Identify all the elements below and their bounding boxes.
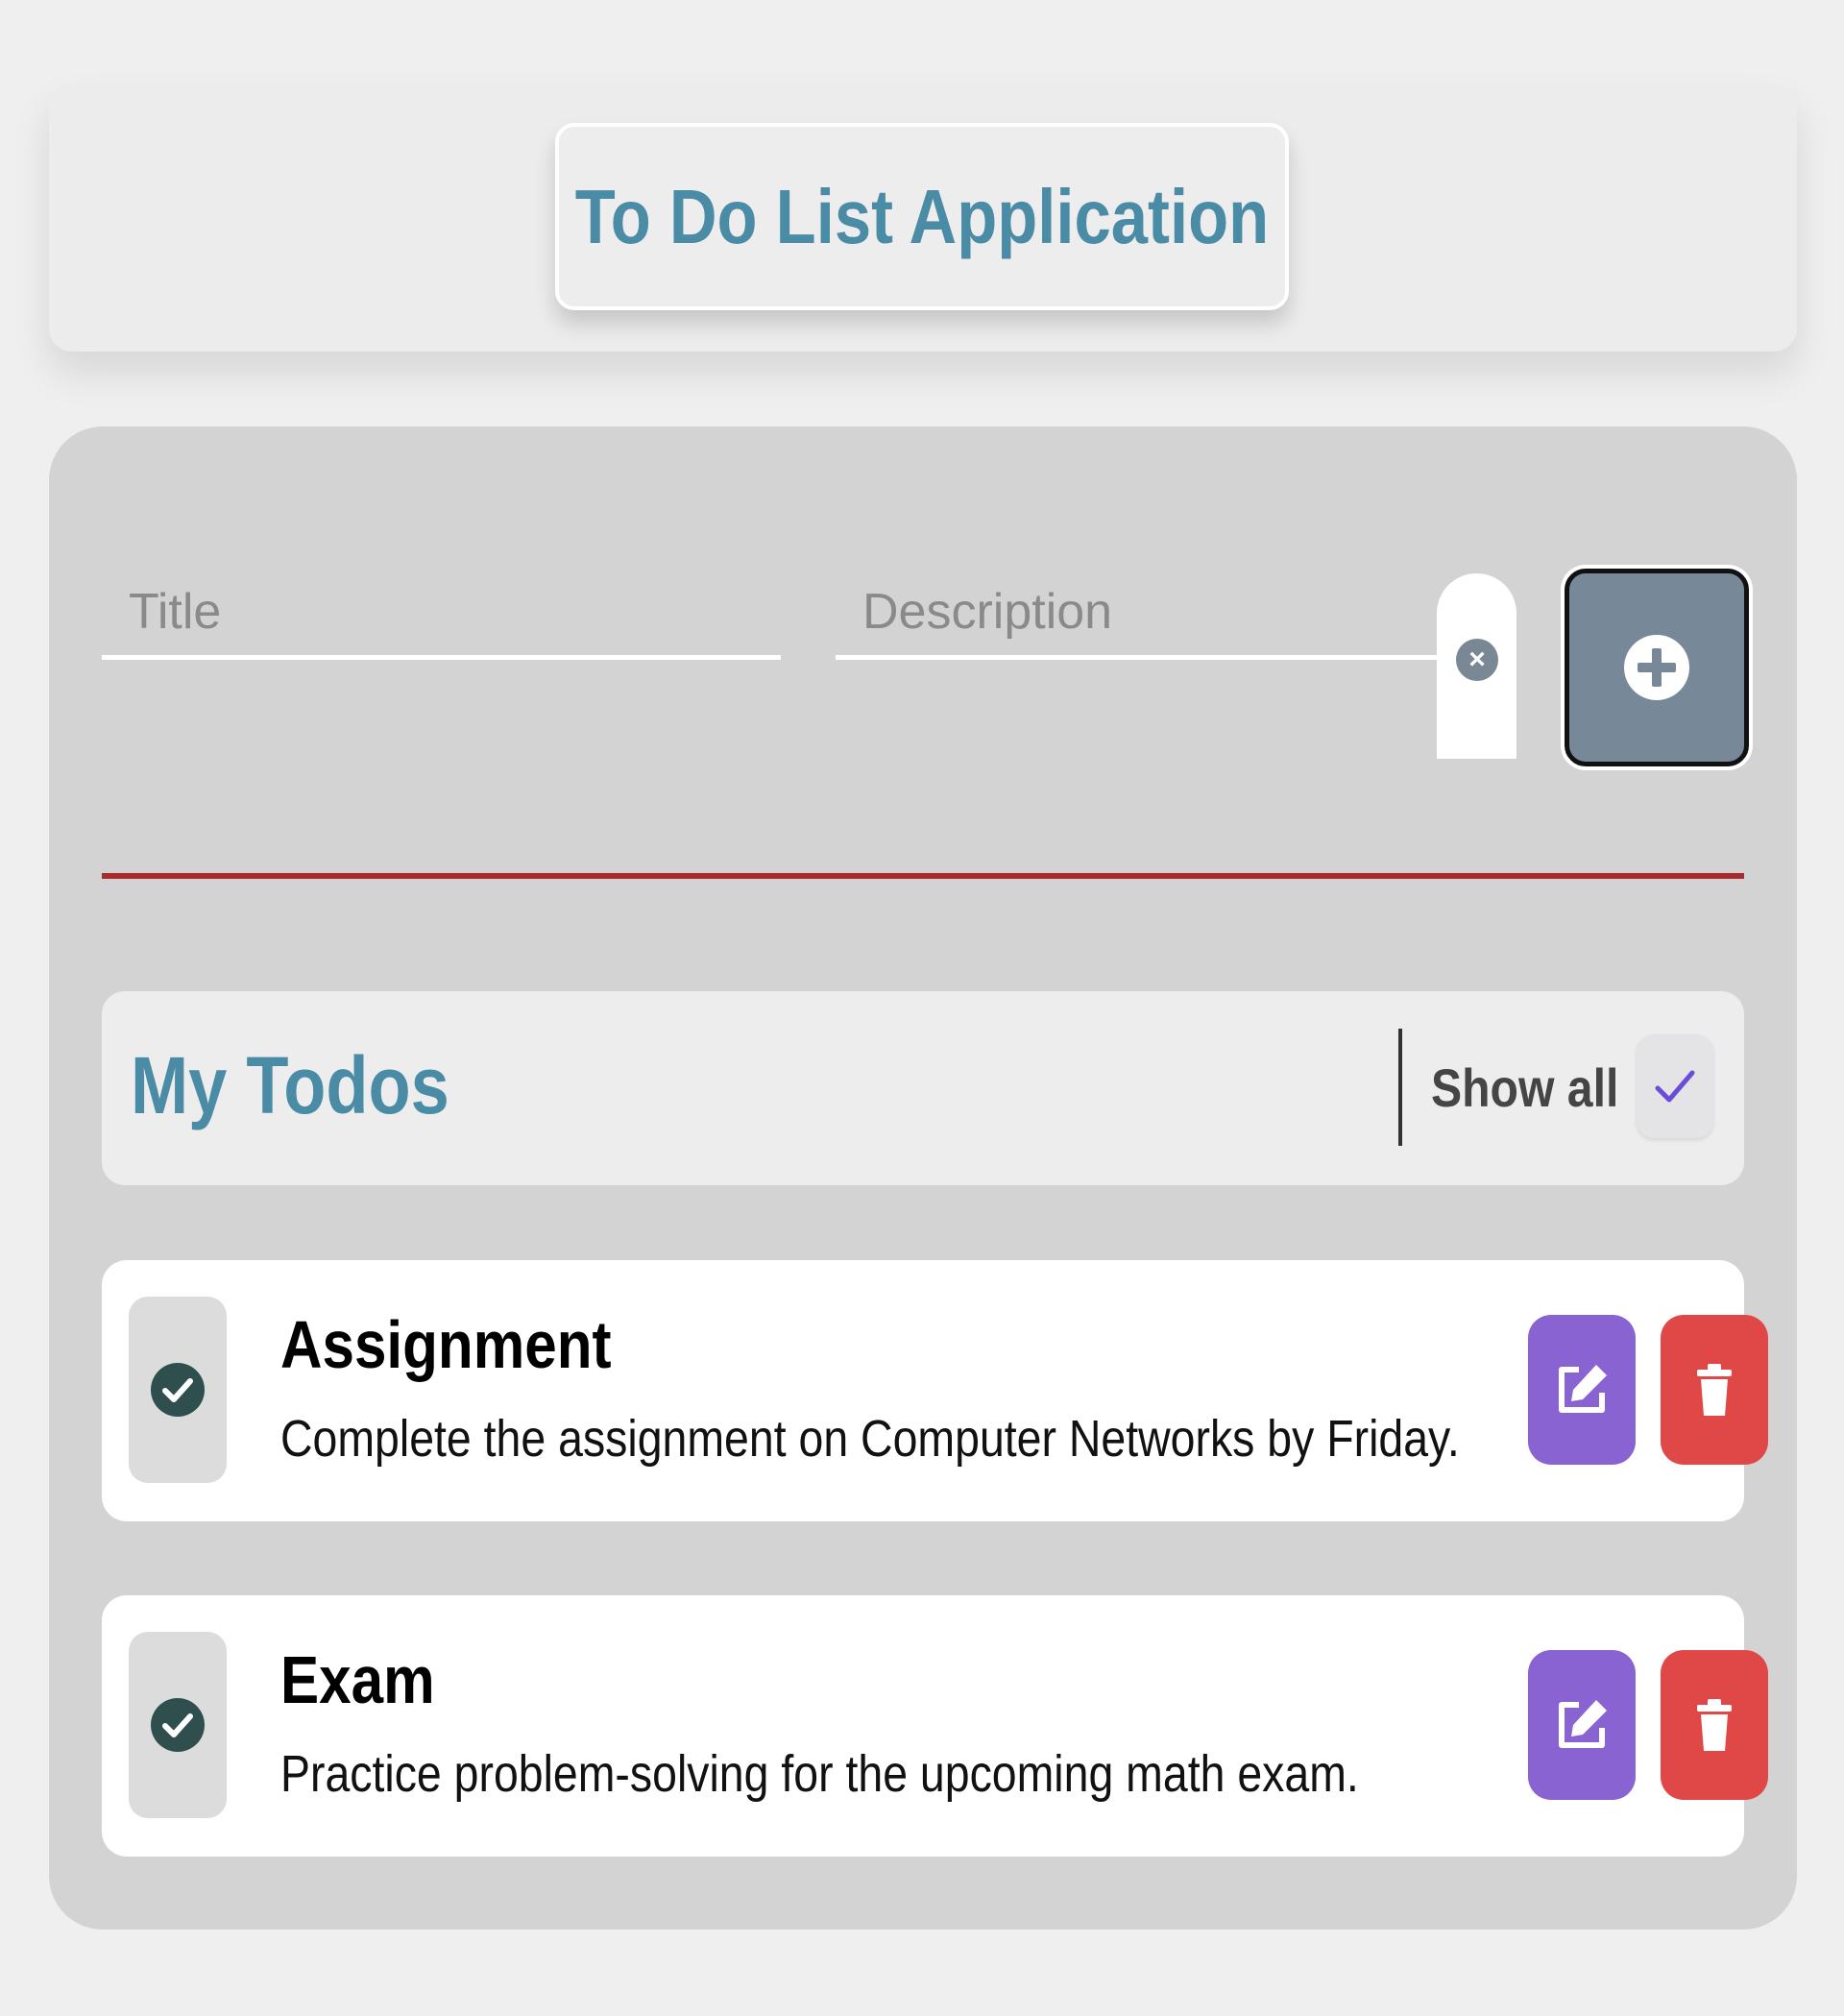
header-card: To Do List Application: [49, 85, 1797, 352]
delete-button[interactable]: [1661, 1315, 1768, 1465]
todo-title: Assignment: [280, 1307, 612, 1382]
header-separator: [1398, 1029, 1402, 1146]
complete-toggle[interactable]: [129, 1632, 227, 1818]
todo-description: Practice problem-solving for the upcomin…: [280, 1745, 1359, 1803]
todo-panel: × My Todos Show all Assignment Complete …: [49, 426, 1797, 1930]
edit-button[interactable]: [1528, 1315, 1636, 1465]
title-input[interactable]: [102, 569, 781, 655]
todo-title: Exam: [280, 1642, 435, 1717]
todos-heading: My Todos: [131, 1040, 449, 1130]
complete-toggle[interactable]: [129, 1297, 227, 1483]
trash-icon: [1697, 1364, 1732, 1416]
show-all-checkbox[interactable]: [1637, 1034, 1713, 1138]
app-title: To Do List Application: [574, 173, 1270, 259]
trash-icon: [1697, 1699, 1732, 1751]
check-circle-icon: [151, 1363, 205, 1417]
edit-icon: [1559, 1365, 1607, 1413]
todo-description: Complete the assignment on Computer Netw…: [280, 1410, 1460, 1468]
clear-icon[interactable]: ×: [1456, 639, 1498, 681]
show-all-label: Show all: [1431, 1057, 1619, 1118]
check-circle-icon: [151, 1698, 205, 1752]
todos-header: My Todos Show all: [102, 991, 1744, 1185]
description-field: [836, 569, 1437, 660]
section-divider: [102, 873, 1744, 879]
app-title-box: To Do List Application: [555, 123, 1289, 310]
description-input[interactable]: [836, 569, 1437, 655]
plus-circle-icon: [1624, 635, 1689, 700]
checkmark-icon: [1655, 1070, 1695, 1103]
title-field: [102, 569, 781, 660]
delete-button[interactable]: [1661, 1650, 1768, 1800]
edit-icon: [1559, 1700, 1607, 1748]
todo-item: Assignment Complete the assignment on Co…: [102, 1260, 1768, 1521]
todo-item: Exam Practice problem-solving for the up…: [102, 1595, 1768, 1857]
add-todo-button[interactable]: [1565, 569, 1749, 766]
edit-button[interactable]: [1528, 1650, 1636, 1800]
